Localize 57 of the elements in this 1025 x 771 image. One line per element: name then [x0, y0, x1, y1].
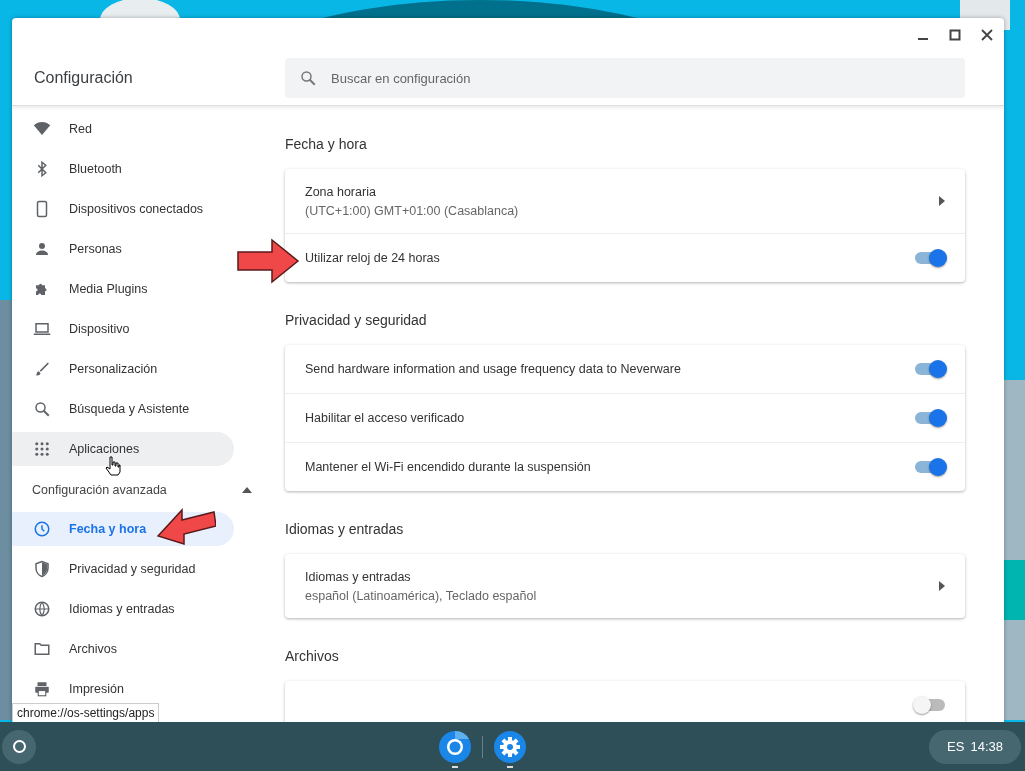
section-title: Archivos: [285, 648, 340, 664]
sidebar-item[interactable]: Aplicaciones: [12, 432, 234, 466]
toggle-switch[interactable]: [915, 412, 945, 424]
advanced-section-toggle[interactable]: Configuración avanzada: [12, 472, 270, 508]
close-icon[interactable]: [981, 29, 993, 41]
section-title: Privacidad y seguridad: [285, 312, 428, 328]
globe-icon: [33, 600, 51, 618]
folder-icon: [33, 640, 51, 658]
printer-icon: [33, 680, 51, 698]
status-tray[interactable]: ES 14:38: [929, 729, 1021, 764]
setting-value: (UTC+1:00) GMT+01:00 (Casablanca): [305, 203, 519, 218]
sidebar-item[interactable]: Idiomas y entradas: [12, 592, 234, 626]
settings-icon[interactable]: [493, 730, 528, 764]
sidebar-item[interactable]: Personalización: [12, 352, 234, 386]
launcher-button[interactable]: [2, 729, 36, 764]
sidebar-item[interactable]: Privacidad y seguridad: [12, 552, 234, 586]
sidebar-item[interactable]: Dispositivo: [12, 312, 234, 346]
chevron-icon[interactable]: [939, 196, 945, 206]
grid-icon: [33, 440, 51, 458]
language-indicator: ES: [947, 739, 965, 754]
setting-label: Zona horaria: [305, 184, 377, 199]
brush-icon: [33, 360, 51, 378]
setting-label: Utilizar reloj de 24 horas: [305, 251, 440, 265]
toggle-switch[interactable]: [915, 252, 945, 264]
setting-label: Idiomas y entradas: [305, 569, 412, 584]
sidebar-item[interactable]: Media Plugins: [12, 272, 234, 306]
sidebar-item[interactable]: Búsqueda y Asistente: [12, 392, 234, 426]
window-title: Configuración: [33, 69, 134, 87]
browser-icon[interactable]: [438, 730, 473, 764]
person-icon: [33, 240, 51, 258]
clock-icon: [33, 520, 51, 538]
url-tooltip: chrome://os-settings/apps: [12, 703, 160, 723]
toggle-switch[interactable]: [915, 461, 945, 473]
sidebar-item[interactable]: Archivos: [12, 632, 234, 666]
section-title: Idiomas y entradas: [285, 521, 405, 537]
sidebar-item[interactable]: Bluetooth: [12, 152, 234, 186]
clock-time: 14:38: [970, 739, 1003, 754]
sidebar-item[interactable]: Impresión: [12, 672, 234, 706]
laptop-icon: [33, 320, 51, 338]
hand-cursor-icon: [105, 456, 121, 476]
search-field[interactable]: Buscar en configuración: [285, 58, 965, 98]
search-icon: [299, 69, 317, 87]
sidebar-item[interactable]: Red: [12, 112, 234, 146]
shield-icon: [33, 560, 51, 578]
setting-label: Mantener el Wi-Fi encendido durante la suspensión: [305, 460, 591, 474]
setting-value: español (Latinoamérica), Teclado español: [305, 588, 537, 603]
maximize-icon[interactable]: [949, 29, 961, 41]
section-title: Fecha y hora: [285, 136, 368, 152]
setting-label: Send hardware information and usage frequency data to Neverware: [305, 362, 681, 376]
toggle-switch[interactable]: [915, 363, 945, 375]
sidebar-item[interactable]: Personas: [12, 232, 234, 266]
chevron-icon[interactable]: [939, 581, 945, 591]
arrow-icon: [236, 238, 300, 284]
toggle-switch[interactable]: [915, 699, 945, 711]
setting-label: Habilitar el acceso verificado: [305, 411, 465, 425]
sidebar-item[interactable]: Dispositivos conectados: [12, 192, 234, 226]
search-icon: [33, 400, 51, 418]
